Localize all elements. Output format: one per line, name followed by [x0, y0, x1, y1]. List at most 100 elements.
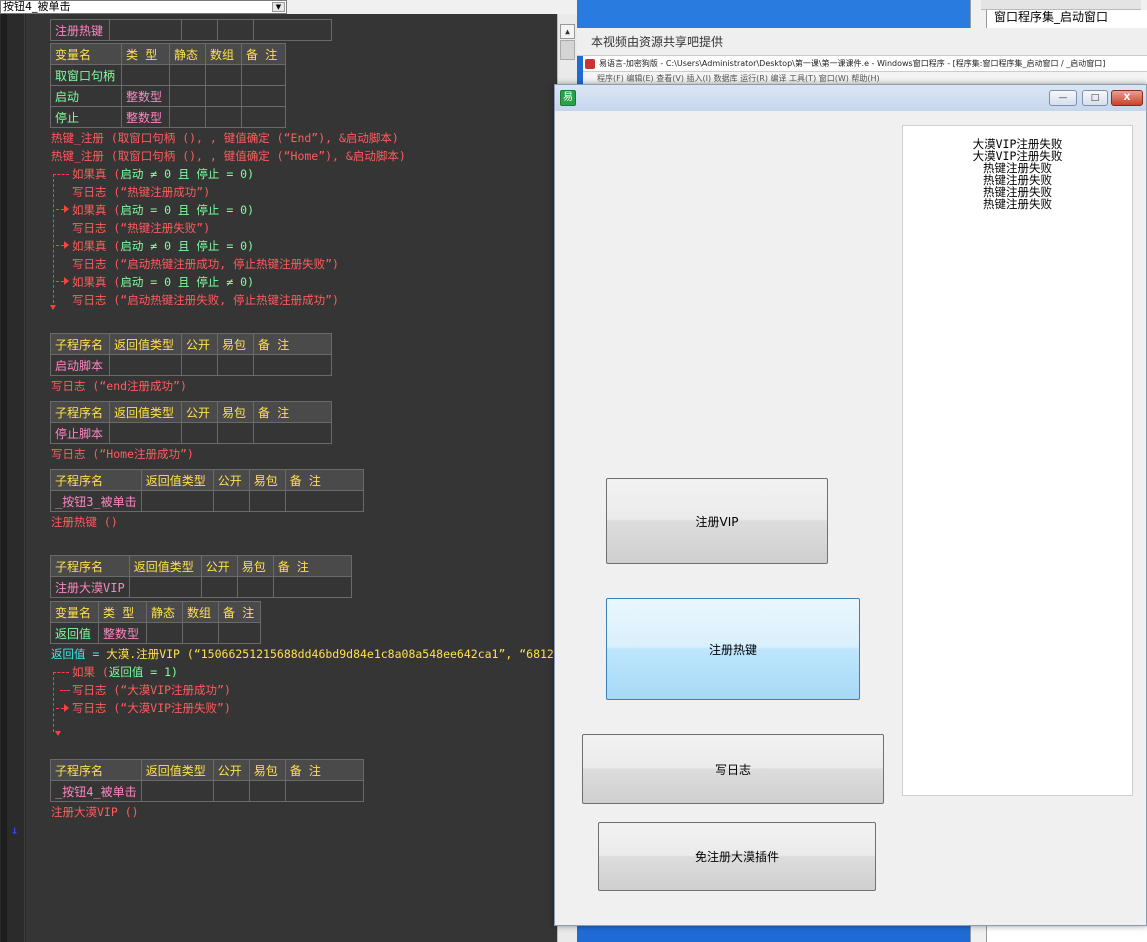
- write-log-label: 写日志: [714, 762, 751, 777]
- subroutine-table-button4-click: 子程序名 返回值类型 公开 易包 备 注 _按钮4_被单击: [50, 759, 364, 802]
- chevron-down-icon[interactable]: ▼: [272, 2, 285, 12]
- editor-gutter: [1, 14, 7, 942]
- column-header: 静态: [146, 601, 183, 623]
- column-header: 易包: [236, 555, 274, 577]
- column-header: 类 型: [121, 43, 170, 65]
- scroll-up-icon[interactable]: ▲: [560, 24, 575, 39]
- column-header: 返回值类型: [109, 333, 182, 355]
- free-register-plugin-label: 免注册大漠插件: [694, 850, 779, 864]
- column-header: 公开: [212, 469, 250, 491]
- column-header: 返回值类型: [140, 469, 214, 491]
- code-line[interactable]: 如果真 (启动 ≠ 0 且 停止 = 0): [72, 239, 254, 253]
- table-row[interactable]: 启动 整数型: [50, 85, 286, 107]
- table-row[interactable]: _按钮3_被单击: [50, 490, 364, 512]
- table-row[interactable]: 取窗口句柄: [50, 64, 286, 86]
- code-line[interactable]: 写日志 (“大漠VIP注册成功”): [72, 683, 231, 697]
- free-register-plugin-button[interactable]: 免注册大漠插件: [598, 822, 876, 891]
- column-header: 返回值类型: [140, 759, 214, 781]
- column-header: 易包: [217, 401, 254, 423]
- log-textbox[interactable]: 大漠VIP注册失败 大漠VIP注册失败 热键注册失败 热键注册失败 热键注册失败…: [902, 125, 1133, 796]
- subroutine-name: 注册热键: [50, 19, 110, 41]
- code-line[interactable]: 写日志 (“热键注册失败”): [72, 221, 210, 235]
- code-line[interactable]: 热键_注册 (取窗口句柄 (), , 键值确定 (“End”), &启动脚本): [51, 131, 399, 145]
- variable-table-1: 变量名 类 型 静态 数组 备 注 取窗口句柄 启动 整数型 停止 整数型: [50, 43, 286, 128]
- variable-type: [121, 64, 170, 86]
- column-header: 备 注: [241, 43, 286, 65]
- variable-name: 停止: [50, 106, 122, 128]
- subroutine-selector[interactable]: 按钮4_被单击 ▼: [0, 0, 287, 14]
- window-client-area: 大漠VIP注册失败 大漠VIP注册失败 热键注册失败 热键注册失败 热键注册失败…: [555, 111, 1146, 925]
- code-line[interactable]: 注册热键 (): [51, 515, 118, 529]
- column-header: 子程序名: [50, 401, 110, 423]
- minimize-button[interactable]: —: [1049, 90, 1077, 106]
- register-hotkey-button[interactable]: 注册热键: [606, 598, 860, 700]
- flow-line: [53, 672, 54, 732]
- flow-line: [56, 281, 64, 282]
- flow-arrow-icon: [64, 704, 69, 712]
- column-header: 备 注: [284, 469, 364, 491]
- code-line[interactable]: 写日志 (“大漠VIP注册失败”): [72, 701, 231, 715]
- column-header: 公开: [181, 401, 218, 423]
- column-header: 变量名: [50, 601, 99, 623]
- code-line[interactable]: 返回值 = 大漠.注册VIP (“15066251215688dd46bd9d8…: [51, 647, 568, 661]
- column-header: 子程序名: [50, 469, 142, 491]
- register-vip-button[interactable]: 注册VIP: [606, 478, 828, 564]
- table-row[interactable]: 注册大漠VIP: [50, 576, 352, 598]
- subroutine-table-button3-click: 子程序名 返回值类型 公开 易包 备 注 _按钮3_被单击: [50, 469, 364, 512]
- code-line[interactable]: 如果真 (启动 = 0 且 停止 ≠ 0): [72, 275, 254, 289]
- subroutine-name: _按钮4_被单击: [50, 780, 142, 802]
- code-line[interactable]: 写日志 (“Home注册成功”): [51, 447, 194, 461]
- flow-arrow-icon: [64, 205, 69, 213]
- variable-name: 启动: [50, 85, 122, 107]
- subroutine-selector-value: 按钮4_被单击: [3, 0, 71, 13]
- variable-type: 整数型: [121, 85, 170, 107]
- code-line[interactable]: 写日志 (“end注册成功”): [51, 379, 187, 393]
- log-line: 热键注册失败: [983, 197, 1052, 211]
- subroutine-table-start-script: 子程序名 返回值类型 公开 易包 备 注 启动脚本: [50, 333, 332, 376]
- app-icon: 易: [560, 90, 576, 106]
- code-line[interactable]: 如果真 (启动 ≠ 0 且 停止 = 0): [72, 167, 254, 181]
- register-hotkey-label: 注册热键: [708, 642, 757, 657]
- code-line[interactable]: 写日志 (“启动热键注册失败, 停止热键注册成功”): [72, 293, 339, 307]
- scroll-thumb[interactable]: [560, 40, 575, 60]
- table-row[interactable]: 停止脚本: [50, 422, 332, 444]
- table-row[interactable]: 返回值 整数型: [50, 622, 261, 644]
- column-header: 公开: [212, 759, 250, 781]
- write-log-button[interactable]: 写日志: [582, 734, 884, 804]
- variable-table-2: 变量名 类 型 静态 数组 备 注 返回值 整数型: [50, 601, 261, 644]
- code-line[interactable]: 热键_注册 (取窗口句柄 (), , 键值确定 (“Home”), &启动脚本): [51, 149, 406, 163]
- code-line[interactable]: 如果 (返回值 = 1): [72, 665, 178, 679]
- variable-name: 返回值: [50, 622, 99, 644]
- close-button[interactable]: X: [1111, 90, 1143, 106]
- flow-line: [53, 174, 54, 308]
- column-header: 备 注: [272, 555, 352, 577]
- column-header: 公开: [200, 555, 238, 577]
- cursor-arrow-icon: ↓: [11, 823, 19, 837]
- window-titlebar[interactable]: 易 — □ X: [555, 85, 1146, 111]
- flow-arrow-icon: [64, 241, 69, 249]
- flow-arrow-icon: [64, 277, 69, 285]
- code-line[interactable]: 写日志 (“热键注册成功”): [72, 185, 210, 199]
- column-header: 数组: [182, 601, 219, 623]
- table-row[interactable]: 停止 整数型: [50, 106, 286, 128]
- code-line[interactable]: 注册大漠VIP (): [51, 805, 139, 819]
- program-window: 易 — □ X 大漠VIP注册失败 大漠VIP注册失败 热键注册失败 热键注册失…: [554, 84, 1147, 926]
- table-row[interactable]: _按钮4_被单击: [50, 780, 364, 802]
- variable-type: 整数型: [98, 622, 147, 644]
- column-header: 易包: [217, 333, 254, 355]
- flow-line: [53, 174, 69, 175]
- app-icon: [585, 59, 595, 69]
- code-line[interactable]: 如果真 (启动 = 0 且 停止 = 0): [72, 203, 254, 217]
- subroutine-name: 注册大漠VIP: [50, 576, 130, 598]
- column-header: 备 注: [284, 759, 364, 781]
- flow-end-arrow-icon: [50, 305, 56, 310]
- maximize-button[interactable]: □: [1082, 90, 1108, 106]
- register-vip-label: 注册VIP: [695, 514, 739, 529]
- table-row[interactable]: 启动脚本: [50, 354, 332, 376]
- ide-title-text: 易语言-加密狗版 - C:\Users\Administrator\Deskto…: [599, 59, 1106, 68]
- project-item[interactable]: 窗口程序集_启动窗口: [987, 10, 1147, 24]
- code-line[interactable]: 写日志 (“启动热键注册成功, 停止热键注册失败”): [72, 257, 339, 271]
- subroutine-name: _按钮3_被单击: [50, 490, 142, 512]
- column-header: 子程序名: [50, 333, 110, 355]
- ide-title-path: 易语言-加密狗版 - C:\Users\Administrator\Deskto…: [583, 56, 1147, 72]
